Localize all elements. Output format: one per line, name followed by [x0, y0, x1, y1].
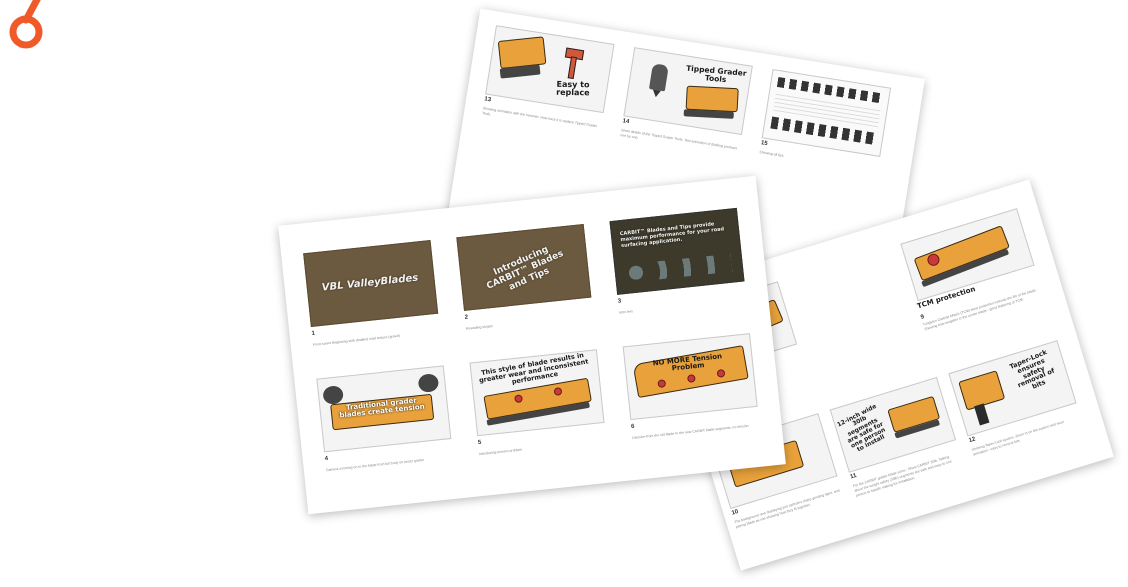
hammer-handle-illustration: [567, 56, 578, 80]
brand-logo-icon: [9, 0, 43, 49]
frame-12-number: 12: [968, 436, 977, 445]
blade-illustration: [685, 85, 739, 113]
frame-5-number: 5: [477, 439, 482, 447]
storyboard-frame-3: CARBIT™ Blades and Tips provide maximum …: [609, 207, 745, 295]
frame-11-bubble: 12-inch wide 30lb segments are safe for …: [836, 402, 887, 454]
wheel-illustration: [322, 385, 345, 406]
teeth-illustration: [683, 109, 734, 119]
frame-6-caption: Dissolve from the old blade to the new C…: [632, 423, 749, 441]
blade-illustration: [497, 36, 547, 69]
storyboard-frame-1: VBL ValleyBlades: [303, 240, 439, 328]
frame-13-caption: Showing animation with the hammer. How e…: [481, 106, 598, 129]
valleyblades-logo: VBL ValleyBlades: [321, 272, 419, 294]
frame-14-caption: Show details of the Tipped Grader Tools.…: [620, 128, 738, 151]
storyboard-sheet-front: VBL ValleyBlades 1 Front scene Beginning…: [278, 175, 786, 515]
frame-13-number: 13: [483, 96, 492, 104]
storyboard-frame-5: This style of blade results in greater w…: [469, 349, 605, 437]
storyboard-frame-14: Tipped Grader Tools: [623, 47, 753, 136]
storyboard-frame-15: [761, 69, 892, 157]
frame-11-number: 11: [849, 472, 858, 481]
frame-4-caption: Camera zooming on to the blade from full…: [325, 457, 425, 473]
taper-lock-bit-illustration: [974, 403, 990, 426]
frame-9-number: 9: [920, 314, 925, 321]
storyboard-frame-4: Traditional grader blades create tension: [316, 365, 452, 453]
frame-13-bubble: Easy to replace: [556, 79, 590, 98]
frame-12-bubble: Taper-Lock ensures safety removal of bit…: [1008, 348, 1056, 391]
frame-2-number: 2: [464, 314, 469, 321]
storyboard-frame-6: NO MORE Tension Problem: [622, 333, 758, 421]
wheel-illustration: [417, 373, 440, 394]
grader-tip-illustration: [651, 89, 661, 98]
frame-3-number: 3: [617, 298, 622, 305]
frame-3-caption: Intro text: [618, 309, 633, 315]
frame-4-number: 4: [324, 455, 329, 463]
frame-2-slogan: Introducing CARBIT™ Blades and Tips: [485, 244, 566, 293]
frame-5-caption: Introducing tension problem: [478, 447, 523, 457]
frame-10-number: 10: [731, 509, 740, 517]
frame-14-number: 14: [622, 118, 630, 126]
frame-2-caption: Revealing slogan: [465, 324, 493, 331]
frame-1-number: 1: [311, 330, 316, 337]
frame-3-text: CARBIT™ Blades and Tips provide maximum …: [619, 221, 725, 250]
storyboard-frame-2: Introducing CARBIT™ Blades and Tips: [456, 223, 592, 311]
storyboard-frame-13: Easy to replace: [485, 25, 615, 114]
frame-14-bubble: Tipped Grader Tools: [685, 63, 747, 85]
frame-6-number: 6: [630, 423, 635, 431]
frame-1-caption: Front scene Beginning with detailed road…: [312, 333, 401, 347]
frame-15-number: 15: [760, 140, 768, 148]
grader-tool-illustration: [648, 63, 669, 92]
aerial-terrain-illustration: [625, 253, 733, 283]
